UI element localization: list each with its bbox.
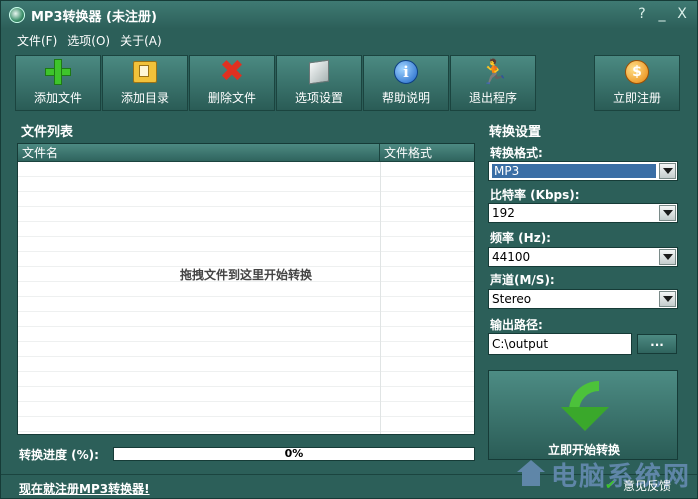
- browse-button[interactable]: ...: [637, 334, 677, 354]
- format-label: 转换格式:: [490, 146, 543, 160]
- file-list-body[interactable]: 拖拽文件到这里开始转换: [18, 162, 474, 434]
- app-window: MP3转换器 (未注册) ? _ X 文件(F) 选项(O) 关于(A) 添加文…: [0, 0, 698, 499]
- delete-file-label: 删除文件: [207, 91, 256, 105]
- add-file-label: 添加文件: [33, 91, 82, 105]
- title-bar: MP3转换器 (未注册) ? _ X: [1, 1, 697, 29]
- options-button[interactable]: 选项设置: [276, 55, 362, 111]
- bitrate-select[interactable]: 192: [488, 203, 678, 223]
- file-list-title: 文件列表: [21, 125, 74, 140]
- close-icon[interactable]: X: [675, 6, 689, 22]
- delete-x-icon: ✖: [219, 54, 245, 89]
- progress-bar: 0%: [113, 447, 475, 461]
- chevron-down-icon[interactable]: [659, 249, 676, 265]
- feedback-link[interactable]: ✔ 意见反馈: [605, 477, 671, 494]
- progress-label: 转换进度 (%):: [19, 448, 99, 462]
- channel-select[interactable]: Stereo: [488, 289, 678, 309]
- channel-label: 声道(M/S):: [490, 273, 555, 287]
- feedback-text: 意见反馈: [623, 479, 672, 493]
- drop-hint: 拖拽文件到这里开始转换: [179, 268, 312, 282]
- help-question-icon[interactable]: ?: [635, 6, 649, 22]
- info-icon: i: [392, 58, 420, 86]
- chevron-down-icon[interactable]: [659, 291, 676, 307]
- column-header-format[interactable]: 文件格式: [380, 144, 474, 161]
- add-plus-icon: [44, 58, 72, 86]
- window-title: MP3转换器 (未注册): [31, 9, 157, 25]
- output-path-label: 输出路径:: [490, 318, 543, 332]
- menu-options[interactable]: 选项(O): [67, 32, 110, 49]
- frequency-label: 频率 (Hz):: [490, 231, 551, 245]
- help-label: 帮助说明: [381, 91, 430, 105]
- exit-label: 退出程序: [468, 91, 517, 105]
- window-controls: ? _ X: [635, 6, 689, 22]
- check-icon: ✔: [605, 477, 616, 493]
- runner-exit-icon: 🏃: [479, 58, 509, 86]
- bitrate-label: 比特率 (Kbps):: [490, 188, 580, 202]
- column-header-filename[interactable]: 文件名: [18, 144, 380, 161]
- menu-file[interactable]: 文件(F): [17, 32, 57, 49]
- settings-title: 转换设置: [489, 125, 542, 140]
- start-convert-button[interactable]: 立即开始转换: [488, 370, 678, 460]
- menu-about[interactable]: 关于(A): [120, 32, 162, 49]
- format-value: MP3: [492, 164, 656, 178]
- toolbar: 添加文件 添加目录 ✖ 删除文件 选项设置 i 帮助说明 🏃 退出程序: [15, 55, 537, 111]
- chevron-down-icon[interactable]: [659, 163, 676, 179]
- chevron-down-icon[interactable]: [659, 205, 676, 221]
- delete-file-button[interactable]: ✖ 删除文件: [189, 55, 275, 111]
- frequency-select[interactable]: 44100: [488, 247, 678, 267]
- folder-icon: [131, 58, 159, 86]
- file-list-header: 文件名 文件格式: [18, 144, 474, 162]
- register-button[interactable]: $ 立即注册: [594, 55, 680, 111]
- house-icon: [517, 460, 545, 488]
- add-folder-button[interactable]: 添加目录: [102, 55, 188, 111]
- options-label: 选项设置: [294, 91, 343, 105]
- minimize-icon[interactable]: _: [655, 6, 669, 22]
- bitrate-value: 192: [492, 206, 515, 220]
- register-now-link[interactable]: 现在就注册MP3转换器!: [19, 480, 150, 497]
- help-button[interactable]: i 帮助说明: [363, 55, 449, 111]
- exit-button[interactable]: 🏃 退出程序: [450, 55, 536, 111]
- format-select[interactable]: MP3: [488, 161, 678, 181]
- output-path-input[interactable]: [488, 333, 632, 355]
- menu-bar: 文件(F) 选项(O) 关于(A): [1, 29, 697, 51]
- progress-text: 0%: [284, 447, 304, 460]
- column-divider: [380, 162, 381, 434]
- coin-icon: $: [623, 58, 651, 86]
- file-list[interactable]: 文件名 文件格式 拖拽文件到这里开始转换: [17, 143, 475, 435]
- cube-settings-icon: [305, 58, 333, 86]
- app-logo-icon: [9, 7, 25, 23]
- register-label: 立即注册: [612, 91, 661, 105]
- convert-arrow-icon: [559, 377, 609, 433]
- channel-value: Stereo: [492, 292, 532, 306]
- add-folder-label: 添加目录: [120, 91, 169, 105]
- frequency-value: 44100: [492, 250, 531, 264]
- add-file-button[interactable]: 添加文件: [15, 55, 101, 111]
